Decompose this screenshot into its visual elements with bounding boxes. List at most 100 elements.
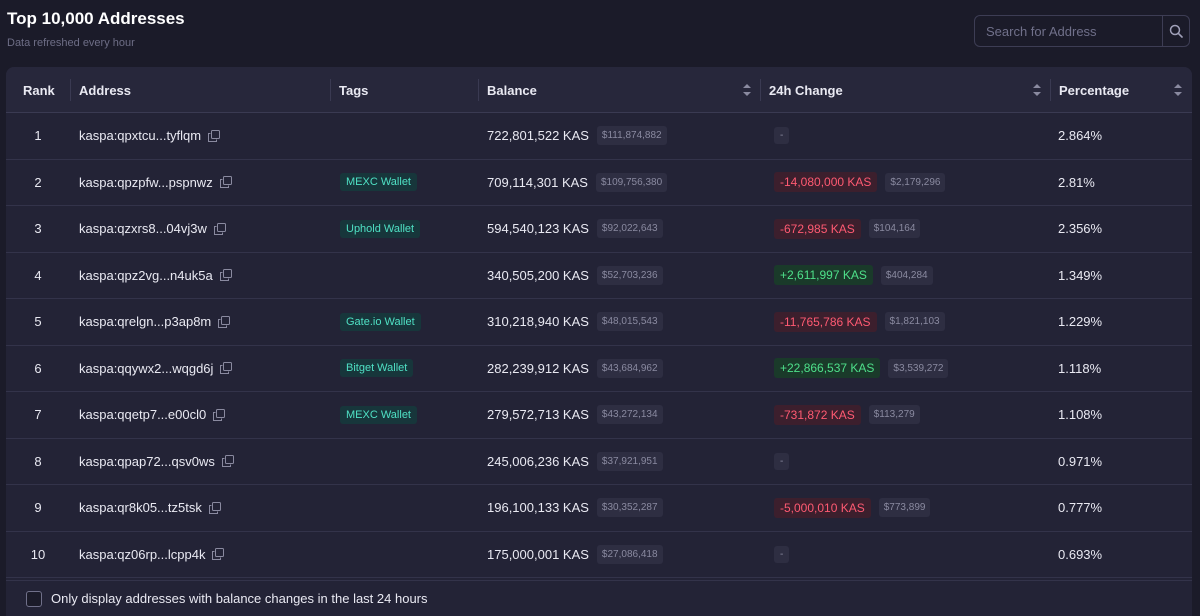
balance-value: 340,505,200 KAS: [487, 267, 589, 283]
table-row[interactable]: 10 kaspa:qz06rp...lcpp4k 175,000,001 KAS $2…: [6, 532, 1192, 578]
address-link[interactable]: kaspa:qzxrs8...04vj3w: [79, 221, 207, 236]
change-usd: $2,179,296: [885, 172, 946, 192]
column-divider: [478, 79, 479, 101]
copy-icon[interactable]: [212, 548, 225, 561]
column-24h-change[interactable]: 24h Change: [769, 67, 843, 113]
balance-value: 594,540,123 KAS: [487, 221, 589, 237]
balance-usd: $52,703,236: [596, 265, 663, 285]
table-row[interactable]: 7 kaspa:qqetp7...e00cl0 MEXC Wallet 279,572…: [6, 392, 1192, 439]
address-cell[interactable]: kaspa:qpap72...qsv0ws: [79, 439, 234, 485]
balance-usd: $37,921,951: [596, 451, 663, 471]
rank-cell: 7: [34, 407, 42, 423]
change-usd: $773,899: [878, 498, 931, 518]
balance-cell: 594,540,123 KAS $92,022,643: [487, 206, 663, 252]
balance-value: 279,572,713 KAS: [487, 407, 589, 423]
address-cell[interactable]: kaspa:qzxrs8...04vj3w: [79, 206, 226, 252]
column-divider: [760, 79, 761, 101]
address-link[interactable]: kaspa:qrelgn...p3ap8m: [79, 314, 211, 329]
table-row[interactable]: 1 kaspa:qpxtcu...tyflqm 722,801,522 KAS $11…: [6, 113, 1192, 160]
percentage-cell: 1.349%: [1058, 267, 1103, 283]
copy-icon[interactable]: [219, 269, 232, 282]
balance-usd: $111,874,882: [596, 126, 667, 146]
page-subtitle: Data refreshed every hour: [7, 37, 135, 49]
rank-cell: 4: [34, 267, 42, 283]
copy-icon[interactable]: [219, 176, 232, 189]
change-usd: $1,821,103: [884, 312, 945, 332]
balance-value: 196,100,133 KAS: [487, 500, 589, 516]
page-title: Top 10,000 Addresses: [7, 9, 185, 28]
copy-icon[interactable]: [221, 455, 234, 468]
change-cell: -731,872 KAS $113,279: [774, 392, 920, 438]
table-row[interactable]: 2 kaspa:qpzpfw...pspnwz MEXC Wallet 709,114…: [6, 160, 1192, 206]
address-link[interactable]: kaspa:qpz2vg...n4uk5a: [79, 268, 213, 283]
address-link[interactable]: kaspa:qz06rp...lcpp4k: [79, 547, 205, 562]
change-usd: $404,284: [880, 265, 933, 285]
table-row[interactable]: 6 kaspa:qqywx2...wqgd6j Bitget Wallet 282,2…: [6, 346, 1192, 392]
change-cell: -11,765,786 KAS $1,821,103: [774, 299, 945, 345]
address-link[interactable]: kaspa:qr8k05...tz5tsk: [79, 500, 202, 515]
column-divider: [70, 79, 71, 101]
tag-cell: MEXC Wallet: [340, 392, 417, 438]
copy-icon[interactable]: [213, 408, 226, 421]
address-cell[interactable]: kaspa:qpz2vg...n4uk5a: [79, 253, 232, 299]
table-row[interactable]: 4 kaspa:qpz2vg...n4uk5a 340,505,200 KAS $52…: [6, 253, 1192, 299]
change-cell: -5,000,010 KAS $773,899: [774, 485, 931, 531]
percentage-cell: 0.971%: [1058, 453, 1103, 469]
balance-value: 175,000,001 KAS: [487, 546, 589, 562]
percentage-cell: 0.693%: [1058, 546, 1103, 562]
sort-icon[interactable]: [742, 83, 752, 97]
tag-cell: Gate.io Wallet: [340, 299, 421, 345]
rank-cell: 5: [34, 314, 42, 330]
rank-cell: 10: [30, 546, 46, 562]
balance-change-filter-label[interactable]: Only display addresses with balance chan…: [51, 591, 428, 606]
copy-icon[interactable]: [218, 315, 231, 328]
balance-cell: 340,505,200 KAS $52,703,236: [487, 253, 663, 299]
column-address: Address: [79, 82, 132, 98]
address-link[interactable]: kaspa:qqetp7...e00cl0: [79, 407, 206, 422]
wallet-tag: Bitget Wallet: [340, 359, 414, 378]
search-input[interactable]: [975, 16, 1162, 46]
wallet-tag: Gate.io Wallet: [340, 312, 421, 331]
sort-icon[interactable]: [1173, 83, 1183, 97]
column-percentage[interactable]: Percentage: [1059, 67, 1129, 113]
percentage-cell: 1.108%: [1058, 407, 1103, 423]
change-value: +2,611,997 KAS: [774, 265, 873, 286]
address-link[interactable]: kaspa:qqywx2...wqgd6j: [79, 361, 213, 376]
address-cell[interactable]: kaspa:qrelgn...p3ap8m: [79, 299, 231, 345]
change-value: -672,985 KAS: [774, 218, 861, 239]
address-link[interactable]: kaspa:qpzpfw...pspnwz: [79, 175, 213, 190]
balance-change-filter-checkbox[interactable]: [26, 590, 42, 607]
change-value: -5,000,010 KAS: [774, 497, 871, 518]
copy-icon[interactable]: [208, 501, 221, 514]
column-tags: Tags: [339, 82, 369, 98]
sort-icon[interactable]: [1032, 83, 1042, 97]
rank-cell: 2: [34, 174, 42, 190]
address-cell[interactable]: kaspa:qpxtcu...tyflqm: [79, 113, 221, 159]
balance-cell: 245,006,236 KAS $37,921,951: [487, 439, 663, 485]
column-balance[interactable]: Balance: [487, 67, 537, 113]
balance-usd: $92,022,643: [596, 219, 663, 239]
address-cell[interactable]: kaspa:qpzpfw...pspnwz: [79, 160, 232, 206]
address-link[interactable]: kaspa:qpap72...qsv0ws: [79, 454, 215, 469]
page: Top 10,000 Addresses Data refreshed ever…: [0, 0, 1200, 616]
search-button[interactable]: [1162, 16, 1189, 46]
balance-usd: $30,352,287: [596, 498, 663, 518]
percentage-cell: 0.777%: [1058, 500, 1103, 516]
wallet-tag: Uphold Wallet: [340, 219, 421, 238]
balance-cell: 279,572,713 KAS $43,272,134: [487, 392, 663, 438]
rank-cell: 8: [34, 453, 42, 469]
address-cell[interactable]: kaspa:qz06rp...lcpp4k: [79, 532, 225, 578]
address-cell[interactable]: kaspa:qr8k05...tz5tsk: [79, 485, 221, 531]
address-cell[interactable]: kaspa:qqywx2...wqgd6j: [79, 346, 233, 392]
address-cell[interactable]: kaspa:qqetp7...e00cl0: [79, 392, 226, 438]
change-cell: +22,866,537 KAS $3,539,272: [774, 346, 949, 392]
change-usd: $3,539,272: [888, 358, 949, 378]
address-link[interactable]: kaspa:qpxtcu...tyflqm: [79, 128, 201, 143]
copy-icon[interactable]: [220, 362, 233, 375]
table-row[interactable]: 3 kaspa:qzxrs8...04vj3w Uphold Wallet 594,5…: [6, 206, 1192, 253]
copy-icon[interactable]: [208, 129, 221, 142]
copy-icon[interactable]: [213, 222, 226, 235]
table-row[interactable]: 9 kaspa:qr8k05...tz5tsk 196,100,133 KAS $30…: [6, 485, 1192, 532]
table-row[interactable]: 8 kaspa:qpap72...qsv0ws 245,006,236 KAS $37…: [6, 439, 1192, 485]
table-row[interactable]: 5 kaspa:qrelgn...p3ap8m Gate.io Wallet 310,…: [6, 299, 1192, 346]
